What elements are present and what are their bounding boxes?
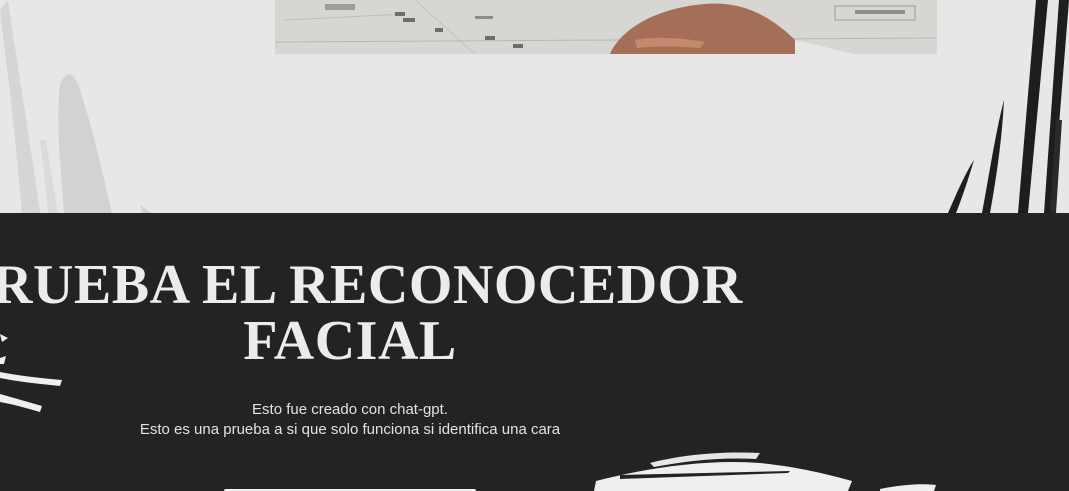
gray-brush-decoration	[0, 0, 152, 213]
white-brush-stroke-bottom	[594, 452, 936, 491]
black-brush-decoration	[948, 0, 1069, 213]
description-line-1: Esto fue creado con chat-gpt.	[252, 401, 448, 418]
facial-recognition-section: PRUEBA EL RECONOCEDOR FACIAL Esto fue cr…	[0, 213, 1069, 491]
section-title: PRUEBA EL RECONOCEDOR FACIAL	[0, 257, 760, 369]
hero-photo	[275, 0, 937, 54]
title-line-2: FACIAL	[243, 310, 457, 372]
section-description: Esto fue creado con chat-gpt. Esto es un…	[100, 400, 600, 440]
description-line-2: Esto es una prueba a si que solo funcion…	[139, 421, 561, 438]
top-section	[0, 0, 1069, 213]
title-line-1: PRUEBA EL RECONOCEDOR	[0, 254, 743, 316]
